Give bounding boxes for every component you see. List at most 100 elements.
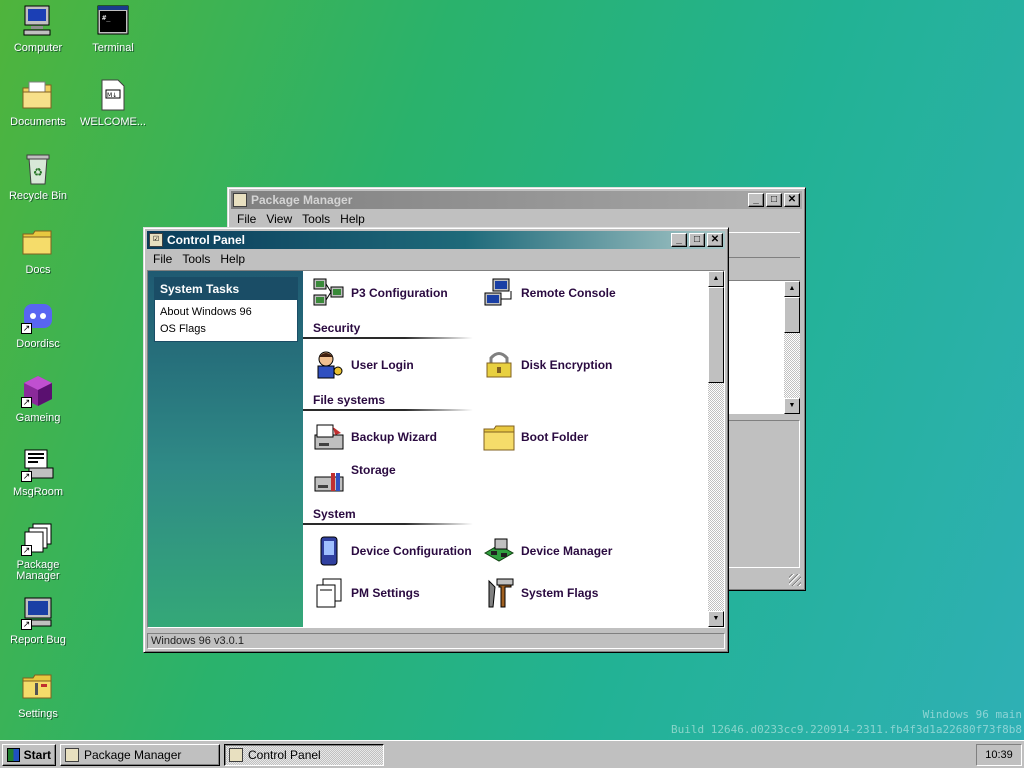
desktop-icon-label: Docs — [25, 264, 51, 276]
tools-icon — [483, 577, 515, 609]
desktop-icon-docs[interactable]: Docs — [0, 226, 76, 276]
taskbar-task-package-manager[interactable]: Package Manager — [60, 743, 220, 766]
system-tray-clock[interactable]: 10:39 — [976, 743, 1022, 766]
section-file-systems: File systems — [303, 393, 473, 411]
control-panel-scrollbar[interactable]: ▲ ▼ — [708, 271, 724, 627]
backup-icon — [313, 421, 345, 453]
doordisc-icon: ↗ — [21, 300, 55, 334]
package-manager-titlebar[interactable]: Package Manager _ □ ✕ — [231, 191, 802, 209]
section-security: Security — [303, 321, 473, 339]
desktop-icon-label: Gameing — [15, 412, 61, 424]
desktop-icon-label: Report Bug — [10, 634, 66, 646]
device-icon — [313, 535, 345, 567]
desktop-icon-report-bug[interactable]: ↗ Report Bug — [0, 596, 76, 646]
scroll-down-button[interactable]: ▼ — [708, 611, 724, 627]
desktop-icon-terminal[interactable]: #_ Terminal — [75, 4, 151, 54]
svg-text:♻: ♻ — [33, 167, 43, 179]
msgroom-icon: ↗ — [21, 448, 55, 482]
desktop-icon-doordisc[interactable]: ↗ Doordisc — [0, 300, 76, 350]
item-p3-configuration[interactable]: P3 Configuration — [313, 277, 448, 309]
documents-folder-icon — [21, 78, 55, 112]
menu-tools[interactable]: Tools — [178, 252, 216, 266]
item-remote-console[interactable]: Remote Console — [483, 277, 616, 309]
item-disk-encryption[interactable]: Disk Encryption — [483, 349, 612, 381]
control-panel-titlebar[interactable]: ☑ Control Panel _ □ ✕ — [147, 231, 725, 249]
build-watermark-line2: Build 12646.d0233cc9.220914-2311.fb4f3d1… — [671, 723, 1022, 736]
terminal-icon: #_ — [96, 4, 130, 38]
desktop-icon-msgroom[interactable]: ↗ MsgRoom — [0, 448, 76, 498]
maximize-button[interactable]: □ — [766, 193, 782, 207]
item-label: Remote Console — [521, 286, 616, 300]
control-panel-window[interactable]: ☑ Control Panel _ □ ✕ File Tools Help Sy… — [143, 227, 729, 653]
control-panel-body: System Tasks About Windows 96 OS Flags P… — [147, 270, 725, 628]
menu-help[interactable]: Help — [216, 252, 251, 266]
menu-file[interactable]: File — [233, 212, 262, 226]
menu-tools[interactable]: Tools — [298, 212, 336, 226]
desktop-icon-label: Computer — [13, 42, 63, 54]
taskbar-task-control-panel[interactable]: Control Panel — [224, 743, 384, 766]
desktop-icon-gameing[interactable]: ↗ Gameing — [0, 374, 76, 424]
scroll-up-button[interactable]: ▲ — [784, 281, 800, 297]
scroll-down-button[interactable]: ▼ — [784, 398, 800, 414]
item-backup-wizard[interactable]: Backup Wizard — [313, 421, 437, 453]
build-watermark-line1: Windows 96 main — [922, 708, 1022, 721]
taskbar: Start Package Manager Control Panel 10:3… — [0, 740, 1024, 768]
item-device-manager[interactable]: Device Manager — [483, 535, 612, 567]
settings-folder-icon — [21, 670, 55, 704]
item-pm-settings[interactable]: PM Settings — [313, 577, 420, 609]
desktop-icon-label: MsgRoom — [12, 486, 64, 498]
item-storage[interactable]: Storage — [313, 463, 396, 499]
maximize-button[interactable]: □ — [689, 233, 705, 247]
task-link-about[interactable]: About Windows 96 — [155, 300, 297, 320]
task-sidebar: System Tasks About Windows 96 OS Flags — [148, 271, 303, 627]
desktop-icon-label: Documents — [10, 116, 66, 128]
storage-drive-icon — [313, 467, 345, 499]
desktop-icon-documents[interactable]: Documents — [0, 78, 76, 128]
system-tasks-box: System Tasks About Windows 96 OS Flags — [154, 277, 298, 342]
resize-grip[interactable] — [789, 574, 801, 586]
task-label: Control Panel — [248, 747, 321, 762]
desktop-icon-label: Doordisc — [16, 338, 60, 350]
control-panel-icon — [229, 747, 243, 762]
network-computers-icon — [313, 277, 345, 309]
item-system-flags[interactable]: System Flags — [483, 577, 598, 609]
desktop-icon-label: Terminal — [92, 42, 134, 54]
item-device-configuration[interactable]: Device Configuration — [313, 535, 472, 567]
close-button[interactable]: ✕ — [784, 193, 800, 207]
item-label: System Flags — [521, 586, 599, 600]
desktop-icon-package-manager[interactable]: ↗ Package Manager — [0, 522, 76, 582]
menu-file[interactable]: File — [149, 252, 178, 266]
user-key-icon — [313, 349, 345, 381]
desktop-icon-recycle-bin[interactable]: ♻ Recycle Bin — [0, 152, 76, 202]
menu-help[interactable]: Help — [336, 212, 371, 226]
item-boot-folder[interactable]: Boot Folder — [483, 421, 588, 453]
folder-icon — [21, 226, 55, 260]
desktop-icon-welcome[interactable]: M↓ WELCOME... — [75, 78, 151, 128]
scroll-up-button[interactable]: ▲ — [708, 271, 724, 287]
scroll-thumb[interactable] — [708, 287, 724, 383]
recycle-bin-icon: ♻ — [21, 152, 55, 186]
minimize-button[interactable]: _ — [671, 233, 687, 247]
item-label: Device Configuration — [351, 544, 472, 558]
package-list-scrollbar[interactable]: ▲ ▼ — [784, 281, 800, 414]
close-button[interactable]: ✕ — [707, 233, 723, 247]
desktop-icon-settings[interactable]: Settings — [0, 670, 76, 720]
minimize-button[interactable]: _ — [748, 193, 764, 207]
scroll-thumb[interactable] — [784, 297, 800, 333]
desktop-icon-computer[interactable]: Computer — [0, 4, 76, 54]
computer-icon — [21, 4, 55, 38]
item-user-login[interactable]: User Login — [313, 349, 414, 381]
item-label: Storage — [351, 463, 396, 477]
package-settings-icon — [313, 577, 345, 609]
window-title: Package Manager — [251, 193, 353, 207]
start-button[interactable]: Start — [2, 743, 56, 766]
control-panel-items: P3 Configuration Remote Console Security… — [303, 271, 712, 627]
item-label: Backup Wizard — [351, 430, 437, 444]
control-panel-icon: ☑ — [149, 233, 163, 247]
window-title: Control Panel — [167, 233, 246, 247]
section-system: System — [303, 507, 473, 525]
item-label: Device Manager — [521, 544, 613, 558]
task-link-os-flags[interactable]: OS Flags — [155, 320, 297, 341]
item-label: User Login — [351, 358, 414, 372]
menu-view[interactable]: View — [262, 212, 298, 226]
